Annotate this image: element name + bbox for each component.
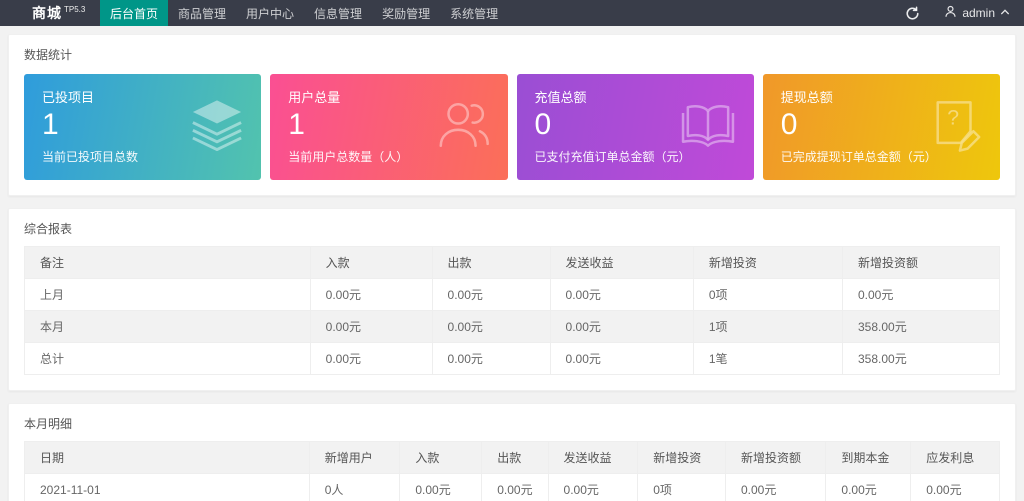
table-cell: 0.00元 [910,473,1000,501]
table-row: 上月 0.00元 0.00元 0.00元 0项 0.00元 [24,278,1000,311]
table-cell: 0.00元 [309,278,433,311]
nav-item-1[interactable]: 后台首页 [100,0,169,26]
table-cell: 0.00元 [309,342,433,375]
table-row: 2021-11-01 0人 0.00元 0.00元 0.00元 0项 0.00元 0.00元 0… [24,473,1000,501]
refresh-icon[interactable] [905,6,920,21]
panel-title: 数据统计 [24,48,73,62]
table-cell: 0.00元 [431,278,551,311]
table-cell: 0.00元 [431,310,551,343]
column-header: 发送收益 [549,246,694,279]
nav-item-3[interactable]: 用户中心 [236,0,304,26]
table-cell: 0项 [692,278,844,311]
column-header: 入款 [309,246,433,279]
table-cell: 358.00元 [842,342,1000,375]
table-cell: 总计 [24,342,311,375]
table-cell: 0.00元 [399,473,483,501]
panel-title: 本月明细 [24,417,73,431]
user-menu[interactable]: admin [944,5,1010,21]
table-cell: 2021-11-01 [24,473,310,501]
navbar-right: admin [905,0,1024,26]
column-header: 日期 [24,441,310,474]
column-header: 应发利息 [910,441,1000,474]
table-cell: 0.00元 [842,278,1000,311]
table-cell: 0.00元 [309,310,433,343]
column-header: 备注 [24,246,311,279]
table-cell: 0.00元 [549,342,694,375]
username: admin [962,6,995,20]
table-cell: 358.00元 [842,310,1000,343]
column-header: 新增投资额 [842,246,1000,279]
column-header: 新增用户 [308,441,401,474]
stat-card-withdraw-total: 提现总额 0 已完成提现订单总金额（元） ? [762,74,1000,180]
table-cell: 0项 [637,473,726,501]
table-cell: 0.00元 [481,473,549,501]
table-cell: 0.00元 [547,473,639,501]
table-cell: 0.00元 [724,473,827,501]
table-cell: 0.00元 [431,342,551,375]
table-cell: 1项 [692,310,844,343]
layers-icon [189,98,245,157]
table-cell: 0人 [308,473,401,501]
brand-logo[interactable]: 商城 TP5.3 [0,0,100,26]
table-row: 本月 0.00元 0.00元 0.00元 1项 358.00元 [24,310,1000,343]
users-icon [434,99,492,156]
column-header: 新增投资 [637,441,726,474]
stats-panel: 数据统计 已投项目 1 当前已投项目总数 用户总量 1 当前用户总数量（人） 充… [8,34,1016,196]
stat-card-invested-projects: 已投项目 1 当前已投项目总数 [24,74,262,180]
brand-name: 商城 [32,5,62,21]
table-cell: 0.00元 [825,473,912,501]
nav-item-2[interactable]: 商品管理 [168,0,236,26]
table-cell: 1笔 [692,342,844,375]
brand-version: TP5.3 [64,4,86,14]
nav-item-4[interactable]: 信息管理 [304,0,372,26]
column-header: 出款 [431,246,551,279]
column-header: 出款 [481,441,549,474]
person-icon [944,5,957,21]
table-row: 总计 0.00元 0.00元 0.00元 1笔 358.00元 [24,342,1000,375]
column-header: 发送收益 [547,441,639,474]
nav-item-6[interactable]: 系统管理 [440,0,508,26]
open-book-icon [678,101,738,154]
survey-pencil-icon: ? [930,97,984,158]
report-table: 备注 入款 出款 发送收益 新增投资 新增投资额 上月 0.00元 0.00元 0.00元 0项 0.… [24,246,1000,375]
svg-text:?: ? [947,107,959,130]
report-panel: 综合报表 备注 入款 出款 发送收益 新增投资 新增投资额 上月 0.00元 0.00元 0.00… [8,208,1016,391]
main-content: 数据统计 已投项目 1 当前已投项目总数 用户总量 1 当前用户总数量（人） 充… [0,26,1024,501]
detail-table: 日期 新增用户 入款 出款 发送收益 新增投资 新增投资额 到期本金 应发利息 2021-11-0… [24,441,1000,501]
column-header: 新增投资 [692,246,844,279]
stat-card-total-users: 用户总量 1 当前用户总数量（人） [270,74,508,180]
column-header: 到期本金 [825,441,912,474]
admin-dashboard: 商城 TP5.3 后台首页 商品管理 用户中心 信息管理 奖励管理 系统管理 admin [0,0,1024,501]
table-header-row: 日期 新增用户 入款 出款 发送收益 新增投资 新增投资额 到期本金 应发利息 [24,441,1000,474]
main-menu: 后台首页 商品管理 用户中心 信息管理 奖励管理 系统管理 [100,0,508,26]
stat-card-recharge-total: 充值总额 0 已支付充值订单总金额（元） [516,74,754,180]
table-cell: 0.00元 [549,278,694,311]
table-cell: 上月 [24,278,311,311]
nav-item-5[interactable]: 奖励管理 [372,0,440,26]
column-header: 新增投资额 [724,441,827,474]
column-header: 入款 [399,441,483,474]
table-cell: 本月 [24,310,311,343]
top-navbar: 商城 TP5.3 后台首页 商品管理 用户中心 信息管理 奖励管理 系统管理 admin [0,0,1024,26]
detail-panel: 本月明细 日期 新增用户 入款 出款 发送收益 新增投资 新增投资额 到期本金 应发利息 2021… [8,403,1016,501]
table-header-row: 备注 入款 出款 发送收益 新增投资 新增投资额 [24,246,1000,279]
panel-title: 综合报表 [24,222,73,236]
table-cell: 0.00元 [549,310,694,343]
chevron-up-icon [1000,6,1010,20]
stat-cards-row: 已投项目 1 当前已投项目总数 用户总量 1 当前用户总数量（人） 充值总额 0… [9,72,1015,195]
